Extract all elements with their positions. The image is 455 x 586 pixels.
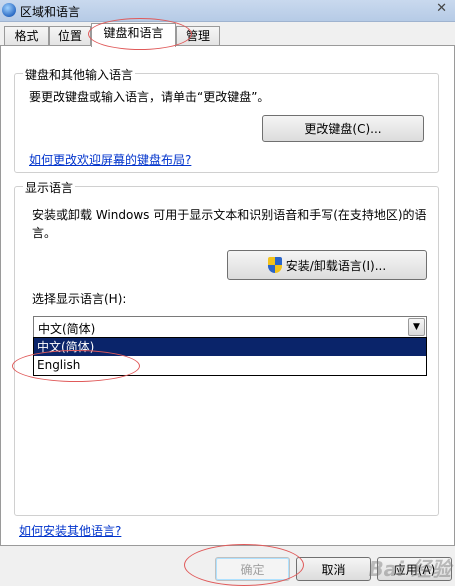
display-language-combobox[interactable]: 中文(简体) ▼ <box>33 316 427 338</box>
window-title: 区域和语言 <box>20 5 81 19</box>
chevron-down-icon[interactable]: ▼ <box>408 318 425 336</box>
option-chinese-simplified[interactable]: 中文(简体) <box>34 338 426 356</box>
tab-administrative[interactable]: 管理 <box>176 26 220 46</box>
ok-button[interactable]: 确定 <box>215 557 290 581</box>
display-description-line2: 言。 <box>32 226 57 240</box>
close-icon[interactable]: ✕ <box>436 1 447 16</box>
keyboard-group-legend: 键盘和其他输入语言 <box>23 66 136 83</box>
install-button-label: 安装/卸载语言(I)... <box>285 258 387 273</box>
tab-divider <box>0 45 455 46</box>
language-dropdown-list: 中文(简体) English <box>33 337 427 376</box>
tab-formats[interactable]: 格式 <box>4 26 49 46</box>
keyboard-groupbox: 键盘和其他输入语言 要更改键盘或输入语言，请单击“更改键盘”。 更改键盘(C).… <box>14 66 439 173</box>
welcome-keyboard-link[interactable]: 如何更改欢迎屏幕的键盘布局? <box>29 151 191 168</box>
option-english[interactable]: English <box>34 356 426 374</box>
install-other-languages-link[interactable]: 如何安装其他语言? <box>19 522 121 539</box>
display-group-legend: 显示语言 <box>23 179 76 196</box>
title-bar: 区域和语言 ✕ <box>0 0 455 22</box>
install-uninstall-languages-button[interactable]: 安装/卸载语言(I)... <box>227 250 427 280</box>
tab-strip: 格式 位置 键盘和语言 管理 <box>0 22 455 47</box>
globe-icon <box>2 3 16 17</box>
choose-language-label: 选择显示语言(H): <box>32 292 127 306</box>
combobox-value: 中文(简体) <box>38 322 96 336</box>
tab-keyboards-languages[interactable]: 键盘和语言 <box>91 23 176 47</box>
change-keyboards-button[interactable]: 更改键盘(C)... <box>262 115 424 142</box>
tab-location[interactable]: 位置 <box>49 26 91 46</box>
cancel-button[interactable]: 取消 <box>296 557 371 581</box>
watermark-logo: Bai 经验 <box>368 557 451 581</box>
display-description-line1: 安装或卸载 Windows 可用于显示文本和识别语音和手写(在支持地区)的语 <box>32 208 427 222</box>
keyboard-instruction: 要更改键盘或输入语言，请单击“更改键盘”。 <box>29 90 270 104</box>
shield-icon <box>267 257 282 273</box>
tab-panel: 键盘和其他输入语言 要更改键盘或输入语言，请单击“更改键盘”。 更改键盘(C).… <box>0 46 455 546</box>
